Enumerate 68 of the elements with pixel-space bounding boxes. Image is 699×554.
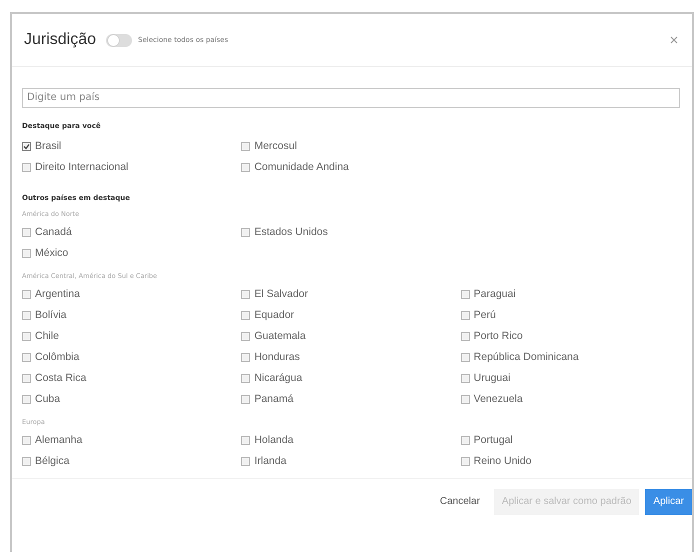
checkbox[interactable] [22, 394, 31, 404]
checkbox-label: Honduras [254, 351, 300, 363]
checkbox[interactable] [460, 456, 470, 466]
checkbox-label: Estados Unidos [254, 226, 328, 238]
checkbox[interactable] [22, 142, 31, 150]
checkbox[interactable] [460, 290, 470, 298]
checkbox[interactable] [22, 248, 31, 258]
checkbox-label: Nicarágua [254, 372, 302, 384]
checkbox-label: Uruguai [474, 372, 510, 384]
checkbox[interactable] [22, 332, 31, 340]
checkbox[interactable] [22, 162, 31, 172]
checkbox-label: Bélgica [35, 455, 70, 467]
checkbox[interactable] [460, 374, 470, 382]
checkbox[interactable] [22, 374, 31, 382]
checkbox-label: México [35, 247, 68, 259]
checkbox[interactable] [241, 332, 250, 340]
checkbox-label: Equador [254, 309, 294, 321]
checkbox-label: Venezuela [474, 393, 523, 405]
checkbox-label: Mercosul [254, 140, 297, 152]
checkbox-label: Canadá [35, 226, 72, 238]
checkbox-label: Cuba [35, 393, 60, 405]
checkbox-label: Costa Rica [35, 372, 86, 384]
checkbox[interactable] [22, 310, 31, 320]
checkbox-label: Paraguai [474, 288, 516, 300]
checkbox[interactable] [241, 162, 250, 172]
checkbox-label: El Salvador [254, 288, 308, 300]
checkbox[interactable] [241, 436, 250, 444]
checkbox[interactable] [22, 228, 31, 236]
apply-button[interactable]: Aplicar [645, 488, 692, 514]
search-field[interactable]: Digite um país [22, 88, 680, 108]
checkbox-label: República Dominicana [474, 351, 579, 363]
close-icon[interactable] [670, 36, 678, 44]
checkbox[interactable] [460, 352, 470, 362]
checkbox[interactable] [241, 456, 250, 466]
checkbox-label: Guatemala [254, 330, 306, 342]
checkbox[interactable] [241, 228, 250, 236]
checkbox[interactable] [241, 374, 250, 382]
checkbox-label: Portugal [474, 434, 513, 446]
checkbox-label: Porto Rico [474, 330, 523, 342]
checkbox-label: Alemanha [35, 434, 82, 446]
checkbox-label: Irlanda [254, 455, 286, 467]
checkbox-label: Argentina [35, 288, 80, 300]
checkbox-label: Bolívia [35, 309, 67, 321]
checkbox-label: Brasil [35, 140, 62, 152]
checkbox[interactable] [22, 436, 31, 444]
checkbox[interactable] [241, 310, 250, 320]
checkbox[interactable] [241, 352, 250, 362]
checkbox-label: Colômbia [35, 351, 80, 363]
checkbox-label: Direito Internacional [35, 161, 128, 173]
checkbox-label: Comunidade Andina [254, 161, 349, 173]
dialog-title: Jurisdição [24, 31, 96, 49]
checkbox[interactable] [22, 352, 31, 362]
checkbox[interactable] [460, 310, 470, 320]
checkbox[interactable] [460, 436, 470, 444]
checkbox-label: Panamá [254, 393, 294, 405]
checkbox[interactable] [241, 290, 250, 298]
checkbox-label: Perú [474, 309, 496, 321]
checkbox-label: Chile [35, 330, 59, 342]
checkbox[interactable] [460, 332, 470, 340]
cancel-button[interactable]: Cancelar [432, 488, 488, 514]
checkbox[interactable] [241, 142, 250, 150]
toggle-switch[interactable] [106, 34, 132, 46]
checkbox[interactable] [460, 394, 470, 404]
checkbox-label: Reino Unido [474, 455, 532, 467]
checkbox[interactable] [241, 394, 250, 404]
checkbox[interactable] [22, 456, 31, 466]
checkbox[interactable] [22, 290, 31, 298]
checkbox-label: Holanda [254, 434, 294, 446]
